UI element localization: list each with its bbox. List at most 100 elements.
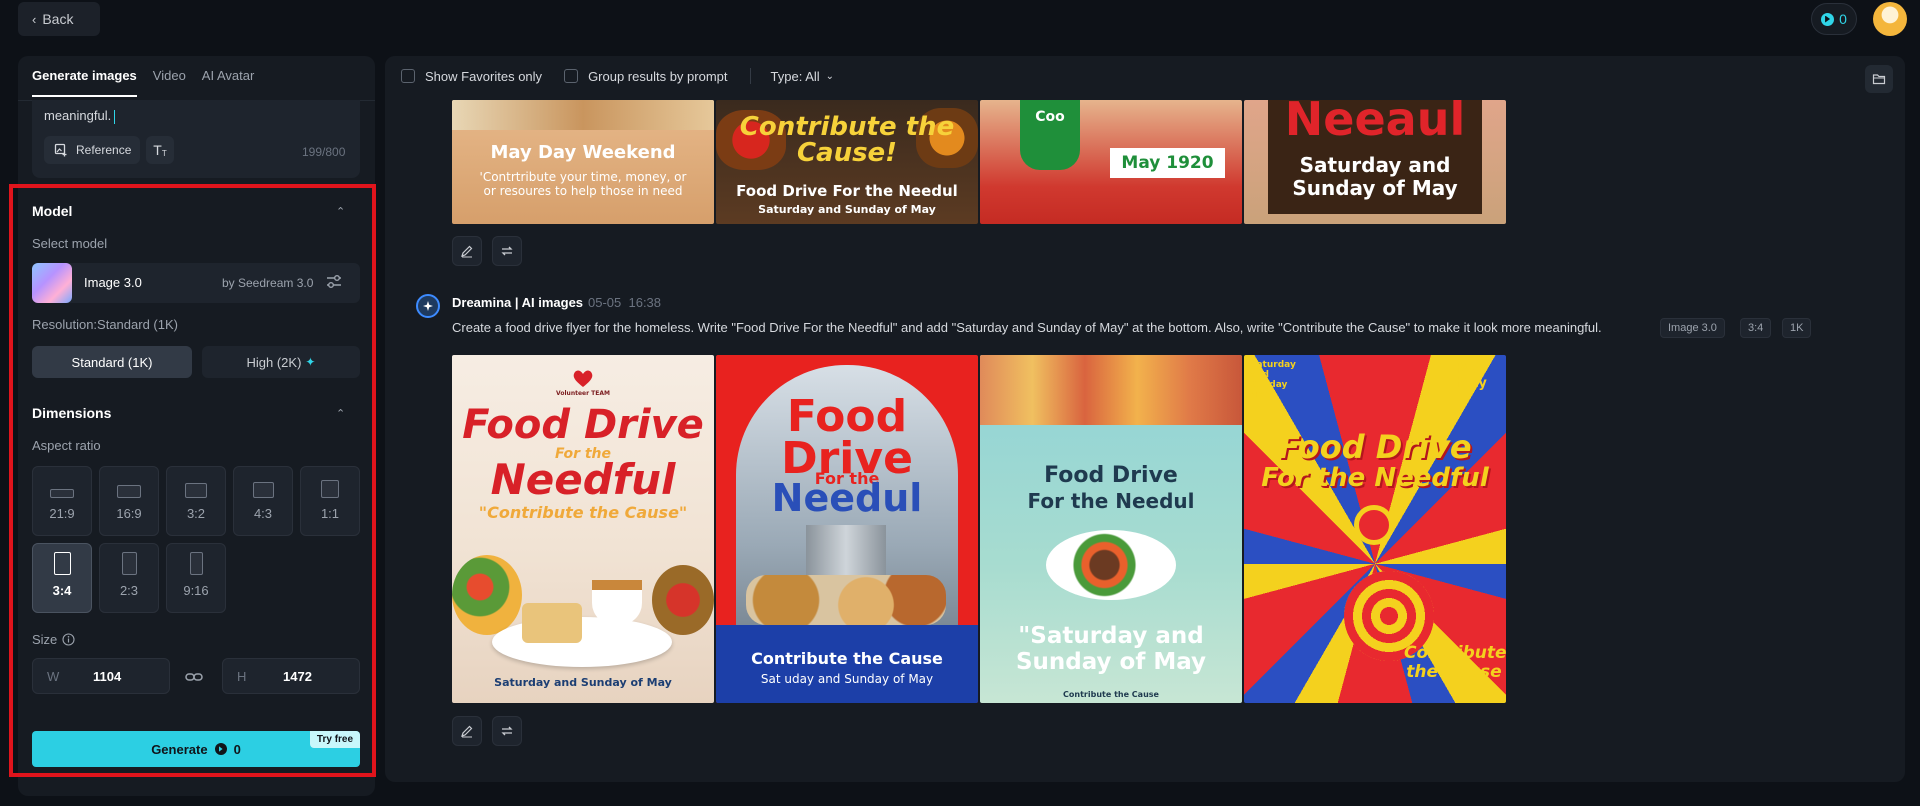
info-icon[interactable] [62,633,75,646]
result-image[interactable]: Food Drive For the Needul "Saturday and … [980,355,1242,703]
tab-generate-images[interactable]: Generate images [32,68,137,97]
aspect-ratio-3-2[interactable]: 3:2 [166,466,226,536]
chevron-left-icon: ‹ [32,11,37,27]
folder-icon [1872,74,1886,85]
link-icon[interactable] [184,667,204,687]
ratio-shape-icon [252,482,274,498]
poster-headline: For the Needul [1027,489,1195,513]
ratio-shape-icon [53,552,71,575]
image-decoration [452,555,522,635]
favorites-filter[interactable]: Show Favorites only [401,69,542,84]
image-decoration [452,100,714,130]
sparkle-icon: ✦ [305,355,316,369]
tab-ai-avatar[interactable]: AI Avatar [202,68,255,97]
try-free-badge: Try free [310,731,360,748]
aspect-ratio-4-3[interactable]: 4:3 [233,466,293,536]
width-input[interactable]: W 1104 [32,658,170,694]
result-image[interactable]: Contribute the Cause! Food Drive For the… [716,100,978,224]
poster-corner-text: Saturday and Sunday May [1250,360,1296,400]
poster-headline: Food Drive [1278,428,1472,466]
size-label: Size [32,632,58,647]
aspect-ratio-16-9[interactable]: 16:9 [99,466,159,536]
edit-prompt-button[interactable] [452,236,482,266]
text-caret [114,109,116,124]
credits-count: 0 [1839,11,1847,27]
height-input[interactable]: H 1472 [222,658,360,694]
group-filter[interactable]: Group results by prompt [564,69,728,84]
settings-sliders-icon[interactable] [325,273,343,291]
poster-subtitle: Sunday of May [1292,176,1458,200]
image-decoration [1354,505,1394,545]
poster-footer: Contribute the Cause [1063,690,1159,699]
poster-corner-text: May May [1457,362,1487,392]
poster-tagline: "Saturday and [1018,623,1204,649]
type-filter-dropdown[interactable]: Type: All ⌄ [771,69,835,84]
model-name: Image 3.0 [84,275,142,290]
chevron-up-icon[interactable]: ⌃ [336,205,345,218]
poster-footer: Saturday and Sunday of May [494,676,672,689]
poster-subtitle: Saturday and [1299,153,1451,177]
pencil-icon [461,245,473,258]
image-add-icon [54,143,67,157]
resolution-high-button[interactable]: High (2K) ✦ [202,346,360,378]
back-button[interactable]: ‹ Back [18,2,100,36]
back-label: Back [42,11,74,27]
checkbox[interactable] [401,69,415,83]
reference-button[interactable]: Reference [44,136,140,164]
divider [749,68,751,84]
ratio-shape-icon [185,483,207,498]
message-timestamp: 05-05 16:38 [588,295,662,310]
poster-footer: Contribute [1404,643,1506,663]
poster-tagline: "Contribute the Cause" [478,503,688,522]
image-decoration [652,565,714,635]
chevron-up-icon[interactable]: ⌃ [336,407,345,420]
folder-button[interactable] [1865,65,1893,93]
result-image[interactable]: Volunteer TEAM Food Drive For the Needfu… [452,355,714,703]
edit-prompt-button[interactable] [452,716,482,746]
regenerate-icon [501,246,513,256]
aspect-ratio-3-4[interactable]: 3:4 [32,543,92,613]
filter-bar: Show Favorites only Group results by pro… [401,68,856,84]
poster-footer: the Cause [1406,662,1502,682]
aspect-ratio-label: Aspect ratio [32,438,101,453]
poster-footer: Contribute the Cause [751,649,943,668]
prompt-text[interactable]: meaningful. [44,108,116,124]
regenerate-button[interactable] [492,236,522,266]
aspect-ratio-2-3[interactable]: 2:3 [99,543,159,613]
resolution-label: Resolution:Standard (1K) [32,317,178,332]
regenerate-button[interactable] [492,716,522,746]
image-decoration [980,355,1242,425]
user-avatar[interactable] [1873,2,1907,36]
result-image[interactable]: May Day Weekend 'Contrtribute your time,… [452,100,714,224]
aspect-ratio-1-1[interactable]: 1:1 [300,466,360,536]
result-image[interactable]: Food Drive For the Needul Contribute the… [716,355,978,703]
result-image[interactable]: Coo May 1920 [980,100,1242,224]
image-decoration [1046,530,1176,600]
reference-label: Reference [76,143,132,157]
regenerate-icon [501,726,513,736]
poster-shirt-text: Coo [1035,109,1065,125]
ratio-shape-icon [121,552,137,575]
model-section-title: Model [32,203,73,219]
text-style-button[interactable]: TT [146,136,174,164]
select-model-label: Select model [32,236,108,251]
poster-subtitle: Food Drive For the Needul [736,182,958,200]
chevron-down-icon: ⌄ [825,70,835,82]
credits-badge[interactable]: 0 [1811,3,1857,35]
poster-org: Volunteer TEAM [556,390,610,397]
credit-coin-icon [214,743,227,755]
tab-video[interactable]: Video [153,68,186,97]
ratio-tag: 3:4 [1740,318,1772,338]
result-image[interactable]: Neeaul Saturday and Sunday of May [1244,100,1506,224]
result-image[interactable]: Saturday and Sunday May May May Food Dri… [1244,355,1506,703]
model-thumbnail [32,263,72,303]
checkbox[interactable] [564,69,579,83]
character-count: 199/800 [302,145,346,159]
resolution-standard-button[interactable]: Standard (1K) [32,346,192,378]
ratio-shape-icon [321,480,339,498]
aspect-ratio-9-16[interactable]: 9:16 [166,543,226,613]
aspect-ratio-21-9[interactable]: 21:9 [32,466,92,536]
image-decoration [492,617,672,667]
message-author: Dreamina | AI images [452,295,584,310]
ratio-shape-icon [50,489,74,498]
